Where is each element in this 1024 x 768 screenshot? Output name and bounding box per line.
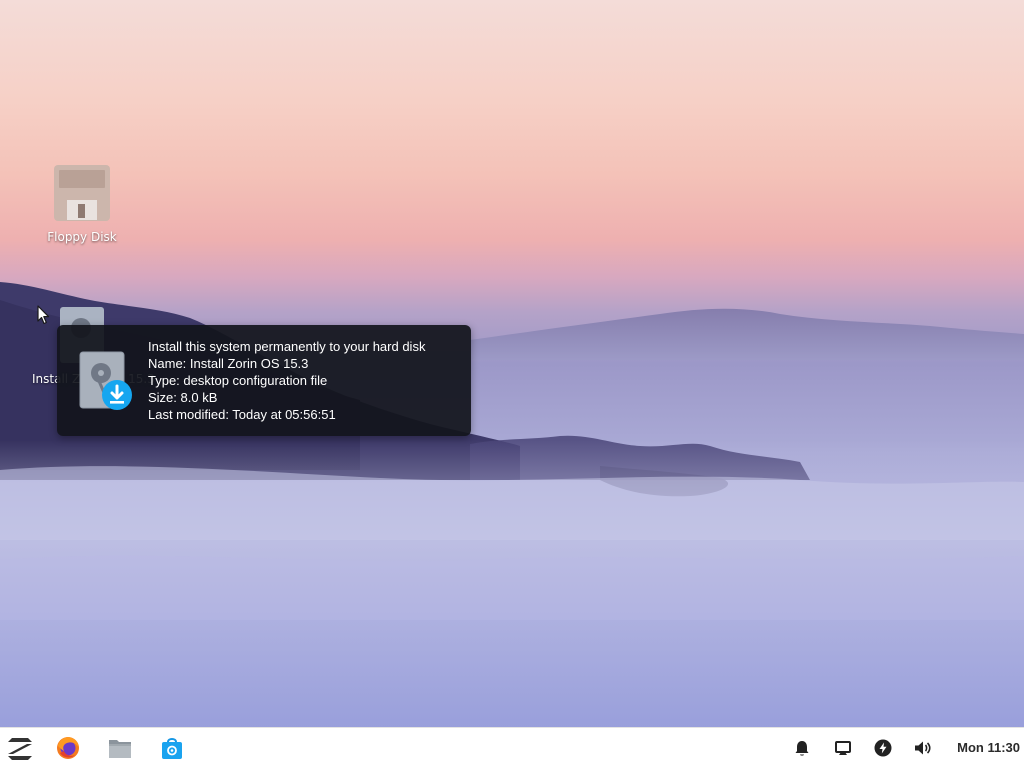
firefox-launcher[interactable] — [54, 734, 82, 762]
power-icon — [874, 739, 892, 757]
tooltip-name: Name: Install Zorin OS 15.3 — [148, 356, 309, 371]
software-store-icon — [162, 738, 182, 759]
zorin-menu-button[interactable] — [6, 734, 34, 762]
files-launcher[interactable] — [106, 734, 134, 762]
display-button[interactable] — [829, 734, 857, 762]
software-store-launcher[interactable] — [158, 734, 186, 762]
tooltip-last-modified: Last modified: Today at 05:56:51 — [148, 407, 336, 422]
firefox-icon — [57, 737, 79, 759]
notifications-button[interactable] — [788, 734, 816, 762]
desktop-icon-floppy-disk[interactable]: Floppy Disk — [32, 164, 132, 244]
files-icon — [109, 740, 131, 758]
notification-bell-icon — [795, 740, 809, 756]
zorin-menu-icon — [8, 738, 32, 760]
tooltip-type: Type: desktop configuration file — [148, 373, 328, 388]
installer-icon — [79, 351, 132, 410]
power-button[interactable] — [869, 734, 897, 762]
volume-icon — [915, 741, 931, 755]
tooltip-description: Install this system permanently to your … — [148, 339, 426, 354]
file-info-tooltip: Install this system permanently to your … — [57, 325, 471, 436]
desktop-icon-label: Floppy Disk — [47, 230, 117, 244]
display-icon — [835, 740, 851, 755]
tooltip-size: Size: 8.0 kB — [148, 390, 218, 405]
mouse-cursor-icon — [37, 305, 50, 325]
floppy-disk-icon — [54, 165, 110, 221]
clock[interactable]: Mon 11:30 — [957, 740, 1020, 755]
desktop[interactable]: Floppy Disk Install Zorin OS 15.3 Instal… — [0, 0, 1024, 727]
taskbar: Mon 11:30 — [0, 727, 1024, 768]
volume-button[interactable] — [909, 734, 937, 762]
